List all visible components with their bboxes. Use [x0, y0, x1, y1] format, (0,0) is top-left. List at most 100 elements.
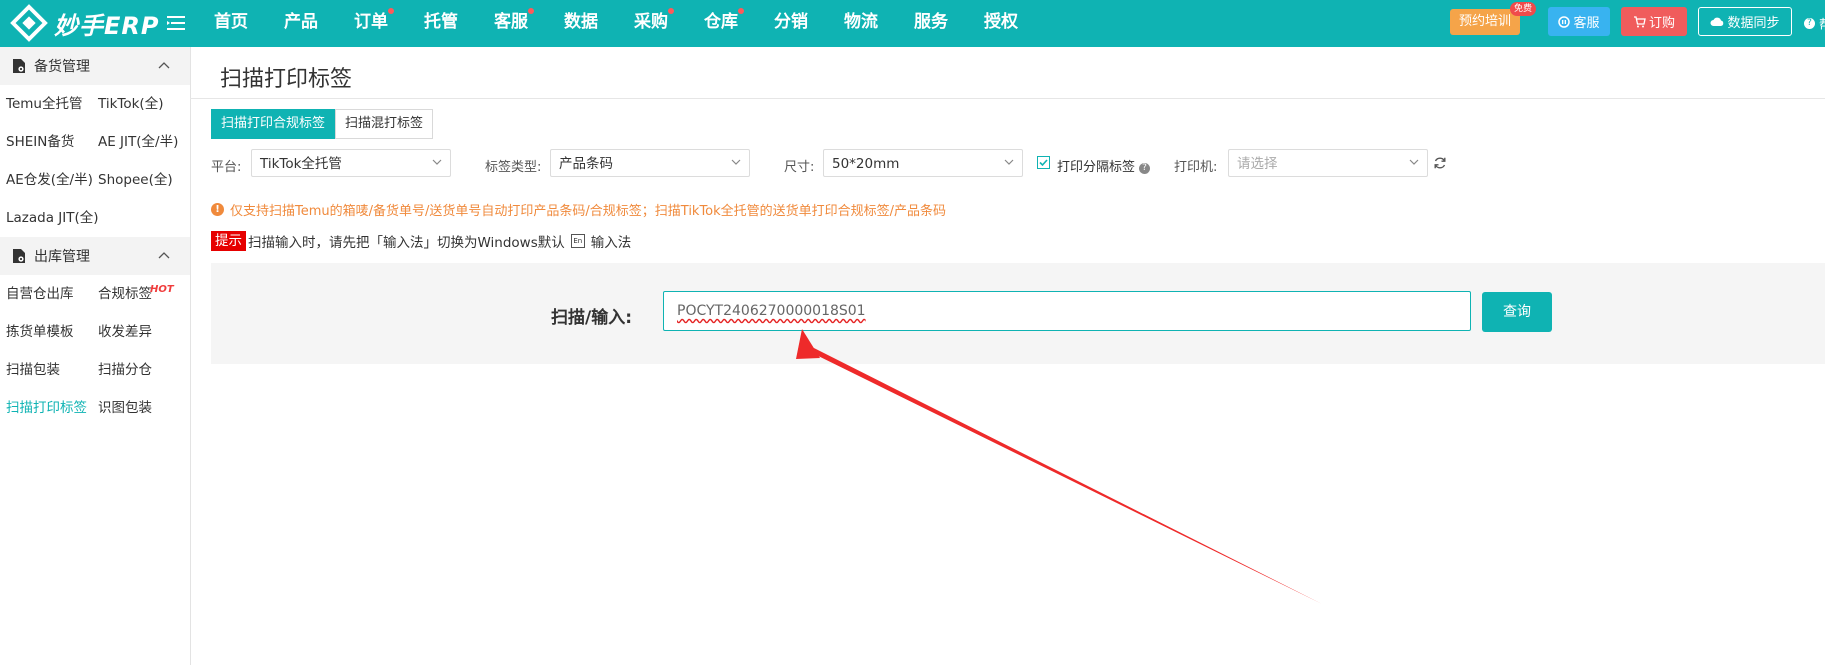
sidebar-item[interactable]: SHEIN备货: [0, 123, 92, 161]
sidebar-item[interactable]: 合规标签 HOT: [92, 275, 190, 313]
label-type-value: 产品条码: [559, 156, 613, 172]
service-label: 客服: [1573, 16, 1600, 31]
nav-item-label: 服务: [914, 12, 948, 32]
sidebar-item[interactable]: 拣货单模板: [0, 313, 92, 351]
print-separator-label: 打印分隔标签: [1057, 160, 1136, 175]
main-nav: 首页 产品 订单 托管 客服 数据 采购 仓库 分销 物流 服务 授权: [196, 0, 1036, 47]
sidebar-item-label: 合规标签: [98, 286, 152, 302]
nav-item-label: 分销: [774, 12, 808, 32]
sidebar-item[interactable]: 收发差异: [92, 313, 190, 351]
sidebar-item-label: 扫描打印标签: [6, 400, 87, 416]
sidebar-item[interactable]: AE JIT(全/半): [92, 123, 190, 161]
sidebar-item[interactable]: 自营仓出库: [0, 275, 92, 313]
tip-badge: 提示: [211, 231, 246, 251]
sidebar-item[interactable]: AE仓发(全/半): [0, 161, 93, 199]
sidebar-item[interactable]: Lazada JIT(全): [0, 199, 99, 237]
chevron-down-icon: [1004, 159, 1014, 165]
chevron-down-icon: [1409, 159, 1419, 165]
sidebar-section-header[interactable]: 出库管理: [0, 237, 190, 275]
nav-item[interactable]: 物流: [826, 0, 896, 47]
sidebar-item[interactable]: TikTok(全): [92, 85, 190, 123]
chevron-up-icon[interactable]: [158, 61, 170, 69]
page-title: 扫描打印标签: [220, 67, 353, 92]
data-sync-button[interactable]: 数据同步: [1698, 7, 1792, 36]
sidebar-item[interactable]: 扫描包装: [0, 351, 92, 389]
nav-item[interactable]: 服务: [896, 0, 966, 47]
check-icon: [1039, 159, 1048, 167]
filter-bar: 平台: TikTok全托管 标签类型: 产品条码 尺寸: 50*20mm 打印分…: [211, 149, 1811, 179]
tab-compliance-label[interactable]: 扫描打印合规标签: [211, 109, 336, 139]
top-navigation-bar: 妙手ERP 首页 产品 订单 托管 客服 数据 采购 仓库 分销 物流 服务 授权 预约培训 免费 客…: [0, 0, 1825, 47]
sidebar-item-label: Shopee(全): [98, 172, 173, 188]
sidebar-item[interactable]: Temu全托管: [0, 85, 92, 123]
sidebar: 备货管理 Temu全托管 TikTok(全) SHEIN备货 AE JIT(全/半) AE…: [0, 47, 191, 665]
nav-item-label: 采购: [634, 12, 668, 32]
nav-item[interactable]: 分销: [756, 0, 826, 47]
chevron-down-icon: [432, 159, 442, 165]
menu-toggle-icon[interactable]: [166, 12, 186, 34]
platform-label: 平台:: [211, 160, 242, 175]
chevron-up-icon[interactable]: [158, 251, 170, 259]
question-icon[interactable]: ?: [1139, 163, 1151, 174]
keyboard-icon: En: [570, 234, 585, 248]
scan-input[interactable]: POCYT2406270000018S01: [663, 291, 1471, 331]
size-select[interactable]: 50*20mm: [823, 149, 1023, 177]
nav-item[interactable]: 授权: [966, 0, 1036, 47]
nav-item[interactable]: 仓库: [686, 0, 756, 47]
nav-item-label: 托管: [424, 12, 458, 32]
tab-mixed-label[interactable]: 扫描混打标签: [335, 109, 434, 139]
sidebar-section-header[interactable]: 备货管理: [0, 47, 190, 85]
free-badge: 免费: [1510, 2, 1537, 16]
scan-panel: 扫描/输入: POCYT2406270000018S01 查询: [211, 263, 1825, 364]
main-content: 扫描打印标签 扫描打印合规标签 扫描混打标签 平台: TikTok全托管 标签类…: [190, 47, 1825, 665]
order-button[interactable]: 订购: [1621, 7, 1687, 36]
sidebar-item-label: AE JIT(全/半): [98, 134, 179, 150]
print-separator-checkbox[interactable]: [1037, 156, 1050, 169]
nav-item[interactable]: 托管: [406, 0, 476, 47]
tab-bar: 扫描打印合规标签 扫描混打标签: [211, 109, 434, 139]
tip-message: 提示 扫描输入时，请先把「输入法」切换为Windows默认 En 输入法: [211, 231, 631, 251]
sidebar-item-label: Lazada JIT(全): [6, 210, 99, 226]
sidebar-item-label: 收发差异: [98, 324, 152, 340]
nav-item[interactable]: 数据: [546, 0, 616, 47]
sidebar-item-label: AE仓发(全/半): [6, 172, 93, 188]
query-button[interactable]: 查询: [1482, 292, 1552, 332]
nav-item[interactable]: 采购: [616, 0, 686, 47]
refresh-icon[interactable]: [1433, 156, 1447, 170]
print-separator-text: 打印分隔标签?: [1057, 156, 1151, 175]
size-label: 尺寸:: [784, 160, 815, 175]
help-link[interactable]: ? 帮: [1800, 14, 1825, 33]
sidebar-item[interactable]: Shopee(全): [92, 161, 190, 199]
nav-item[interactable]: 客服: [476, 0, 546, 47]
sidebar-item-label: 扫描包装: [6, 362, 60, 378]
cart-icon: [1633, 15, 1646, 27]
nav-item[interactable]: 产品: [266, 0, 336, 47]
label-type-select[interactable]: 产品条码: [550, 149, 750, 177]
sidebar-item-label: TikTok(全): [98, 96, 164, 112]
help-icon: ?: [1804, 18, 1815, 29]
sidebar-item-grid: 自营仓出库 合规标签 HOT 拣货单模板 收发差异扫描包装 扫描分仓扫描打印标签 识图包装: [0, 275, 190, 427]
label-type-label: 标签类型:: [485, 160, 542, 175]
logo[interactable]: 妙手ERP: [10, 4, 159, 42]
sidebar-item-label: 扫描分仓: [98, 362, 152, 378]
sidebar-section-title: 出库管理: [34, 249, 90, 265]
sidebar-item[interactable]: 扫描打印标签: [0, 389, 92, 427]
platform-select[interactable]: TikTok全托管: [251, 149, 451, 177]
sidebar-item[interactable]: 扫描分仓: [92, 351, 190, 389]
scan-label: 扫描/输入:: [551, 308, 633, 328]
printer-select[interactable]: 请选择: [1228, 149, 1428, 177]
scan-input-value: POCYT2406270000018S01: [677, 303, 866, 319]
order-label: 订购: [1648, 16, 1675, 31]
notification-dot: [528, 8, 534, 14]
nav-item[interactable]: 订单: [336, 0, 406, 47]
sidebar-section-title: 备货管理: [34, 59, 90, 75]
annotation-arrow-shaft: [802, 343, 1322, 604]
nav-item-label: 订单: [354, 12, 388, 32]
customer-service-button[interactable]: 客服: [1548, 7, 1610, 36]
nav-item[interactable]: 首页: [196, 0, 266, 47]
nav-item-label: 产品: [284, 12, 318, 32]
training-button[interactable]: 预约培训: [1450, 9, 1520, 35]
sidebar-item-label: Temu全托管: [6, 96, 83, 112]
sidebar-item[interactable]: 识图包装: [92, 389, 190, 427]
notification-dot: [668, 8, 674, 14]
